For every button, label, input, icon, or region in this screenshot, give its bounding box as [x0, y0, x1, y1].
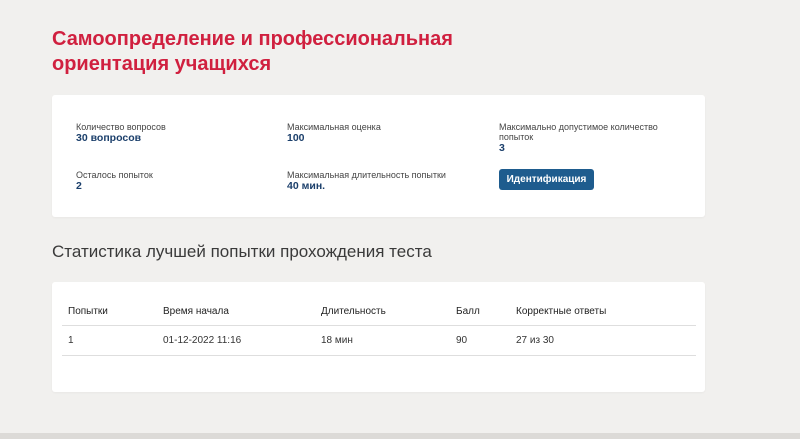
table-row: 1 01-12-2022 11:16 18 мин 90 27 из 30 [62, 325, 696, 356]
max-duration: Максимальная длительность попытки 40 мин… [287, 170, 477, 193]
column-header-correct-answers: Корректные ответы [510, 298, 696, 326]
column-header-score: Балл [450, 298, 510, 326]
max-attempts-label: Максимально допустимое количество попыто… [499, 122, 658, 142]
attempts-left-label: Осталось попыток [76, 170, 153, 180]
identify-button[interactable]: Идентификация [499, 169, 594, 190]
max-attempts-value: 3 [499, 142, 505, 154]
max-duration-label: Максимальная длительность попытки [287, 170, 446, 180]
column-header-duration: Длительность [315, 298, 450, 326]
stats-card: Попытки Время начала Длительность Балл К… [52, 282, 705, 392]
stats-section-title: Статистика лучшей попытки прохождения те… [52, 242, 432, 261]
max-score-label: Максимальная оценка [287, 122, 381, 132]
cell-correct-answers: 27 из 30 [510, 325, 696, 356]
cell-duration: 18 мин [315, 325, 450, 356]
page-bottom-edge [0, 433, 800, 439]
cell-start-time: 01-12-2022 11:16 [157, 325, 315, 356]
question-count-value: 30 вопросов [76, 132, 142, 144]
cell-score: 90 [450, 325, 510, 356]
page-title: Самоопределение и профессиональная ориен… [52, 28, 453, 75]
column-header-start-time: Время начала [157, 298, 315, 326]
stats-table: Попытки Время начала Длительность Балл К… [62, 298, 696, 356]
attempts-left: Осталось попыток 2 [76, 170, 266, 193]
attempts-left-value: 2 [76, 180, 82, 192]
test-info-card: Количество вопросов 30 вопросов Максимал… [52, 95, 705, 217]
max-attempts: Максимально допустимое количество попыто… [499, 122, 679, 155]
question-count-label: Количество вопросов [76, 122, 166, 132]
max-score-value: 100 [287, 132, 305, 144]
max-score: Максимальная оценка 100 [287, 122, 477, 145]
column-header-attempts: Попытки [62, 298, 157, 326]
max-duration-value: 40 мин. [287, 180, 326, 192]
table-header-row: Попытки Время начала Длительность Балл К… [62, 298, 696, 326]
question-count: Количество вопросов 30 вопросов [76, 122, 266, 145]
cell-attempt: 1 [62, 325, 157, 356]
